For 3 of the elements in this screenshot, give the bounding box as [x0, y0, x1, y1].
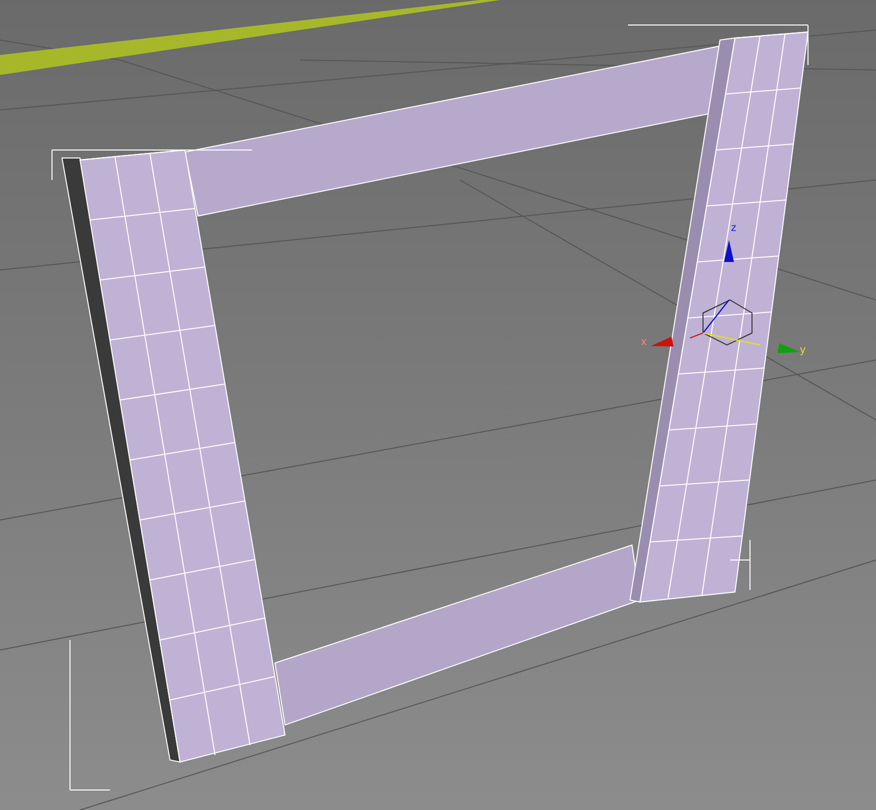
axis-label: y — [800, 344, 806, 356]
axis-label: x — [641, 336, 646, 348]
axis-label: z — [731, 222, 736, 234]
